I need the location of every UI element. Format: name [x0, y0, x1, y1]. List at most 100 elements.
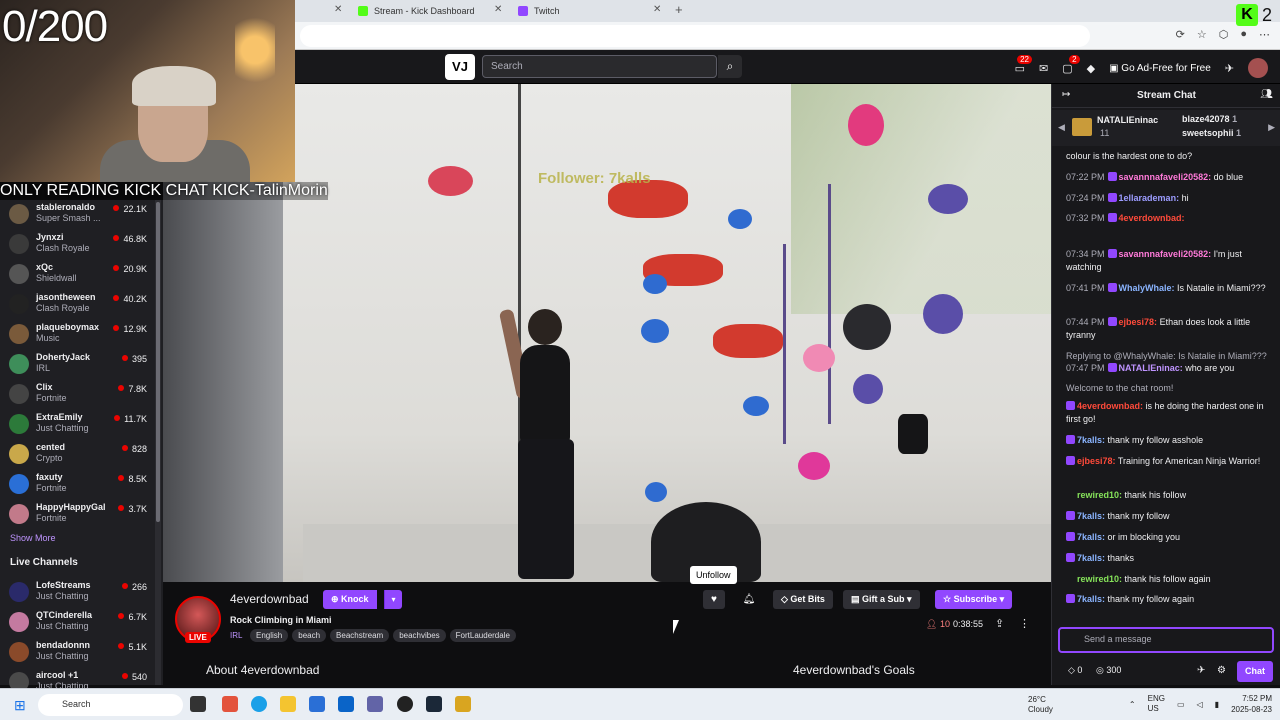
- stream-tag[interactable]: Beachstream: [330, 629, 390, 642]
- language-indicator[interactable]: ENG US: [1148, 694, 1165, 714]
- sidebar-channel[interactable]: Clix Fortnite 7.8K: [0, 380, 155, 410]
- message-username[interactable]: 7kalls:: [1077, 553, 1105, 563]
- menu-dots-icon[interactable]: ⋯: [1259, 28, 1270, 41]
- store-icon[interactable]: [309, 696, 325, 712]
- gifter-name[interactable]: blaze42078 1: [1182, 114, 1237, 124]
- message-username[interactable]: 7kalls:: [1077, 532, 1105, 542]
- gifter-name[interactable]: sweetsophii 1: [1182, 128, 1241, 138]
- subscribe-button[interactable]: ☆ Subscribe ▾: [935, 590, 1013, 609]
- search-icon[interactable]: ⌕: [718, 55, 742, 78]
- copilot-icon[interactable]: [222, 696, 238, 712]
- close-tab-icon[interactable]: ✕: [494, 4, 502, 15]
- stream-category[interactable]: IRL: [230, 631, 242, 640]
- weather-widget[interactable]: 26°C Cloudy: [1028, 695, 1053, 715]
- bookmark-star-icon[interactable]: ☆: [1197, 28, 1207, 41]
- channel-points[interactable]: ◎ 300: [1096, 665, 1121, 676]
- sidebar-channel[interactable]: HappyHappyGal Fortnite 3.7K: [0, 500, 155, 530]
- sidebar-channel[interactable]: xQc Shieldwall 20.9K: [0, 260, 155, 290]
- bell-icon[interactable]: 🔔︎: [738, 590, 760, 609]
- user-avatar[interactable]: [1248, 58, 1268, 78]
- message-username[interactable]: ejbesi78:: [1119, 317, 1158, 327]
- edge-browser-icon[interactable]: [251, 696, 267, 712]
- file-explorer-icon[interactable]: [280, 696, 296, 712]
- more-options-icon[interactable]: ⋮: [1019, 617, 1030, 630]
- sidebar-channel[interactable]: bendadonnn Just Chatting 5.1K: [0, 638, 155, 668]
- inbox-icon[interactable]: ▭ 22: [1015, 54, 1032, 75]
- stream-tag[interactable]: beachvibes: [393, 629, 446, 642]
- community-icon[interactable]: 👥︎: [1260, 89, 1273, 100]
- share-icon[interactable]: ⇪: [995, 617, 1004, 630]
- chevron-left-icon[interactable]: ◀: [1058, 122, 1065, 133]
- message-username[interactable]: 4everdownbad:: [1077, 401, 1143, 411]
- message-username[interactable]: ejbesi78:: [1077, 456, 1116, 466]
- ad-free-button[interactable]: ▣ Go Ad-Free for Free: [1109, 63, 1211, 74]
- chat-input[interactable]: Send a message: [1058, 627, 1274, 653]
- profile-icon[interactable]: ●: [1240, 28, 1247, 41]
- message-username[interactable]: 7kalls:: [1077, 435, 1105, 445]
- sidebar-channel[interactable]: faxuty Fortnite 8.5K: [0, 470, 155, 500]
- sidebar-scrollbar[interactable]: [155, 200, 161, 685]
- mail-icon[interactable]: ✉: [1039, 62, 1048, 75]
- sidebar-channel[interactable]: cented Crypto 828: [0, 440, 155, 470]
- whispers-icon[interactable]: ▢ 2: [1062, 54, 1080, 75]
- top-gifter-name[interactable]: NATALIEninac: [1097, 115, 1158, 125]
- sidebar-channel[interactable]: jasontheween Clash Royale 40.2K: [0, 290, 155, 320]
- scroll-thumb[interactable]: [156, 202, 160, 522]
- sidebar-channel[interactable]: Jynxzi Clash Royale 46.8K: [0, 230, 155, 260]
- chevron-right-icon[interactable]: ▶: [1268, 122, 1275, 133]
- app-icon[interactable]: [455, 696, 471, 712]
- sidebar-channel[interactable]: DohertyJack IRL 395: [0, 350, 155, 380]
- stream-tag[interactable]: FortLauderdale: [449, 629, 516, 642]
- stream-tag[interactable]: beach: [292, 629, 327, 642]
- message-username[interactable]: savannnafaveli20582:: [1119, 172, 1212, 182]
- extensions-icon[interactable]: ⬡: [1219, 28, 1229, 41]
- prime-icon[interactable]: ✈: [1197, 665, 1205, 676]
- sidebar-channel[interactable]: plaqueboymax Music 12.9K: [0, 320, 155, 350]
- settings-gear-icon[interactable]: ⚙: [1217, 665, 1226, 676]
- clock[interactable]: 7:52 PM 2025-08-23: [1231, 693, 1272, 715]
- show-more-link[interactable]: Show More: [10, 533, 56, 543]
- message-username[interactable]: rewired10:: [1077, 574, 1122, 584]
- prime-icon[interactable]: ✈: [1225, 62, 1234, 75]
- browser-tab-twitch[interactable]: Twitch: [510, 2, 568, 20]
- chat-send-button[interactable]: Chat: [1237, 661, 1273, 682]
- chevron-down-icon[interactable]: ▾: [384, 590, 402, 609]
- heart-icon[interactable]: ♥: [703, 590, 725, 609]
- browser-tab-kick[interactable]: Stream - Kick Dashboard: [350, 2, 483, 20]
- volume-icon[interactable]: ◁: [1197, 700, 1203, 709]
- bits-balance[interactable]: ◇ 0: [1068, 665, 1082, 676]
- battery-icon[interactable]: ▮: [1215, 700, 1219, 709]
- message-username[interactable]: 1ellarademan:: [1119, 193, 1180, 203]
- message-username[interactable]: savannnafaveli20582:: [1119, 249, 1212, 259]
- close-tab-icon[interactable]: ✕: [653, 4, 661, 15]
- video-player[interactable]: Follower: 7kalls: [163, 84, 1051, 582]
- new-tab-button[interactable]: +: [675, 2, 683, 17]
- message-username[interactable]: NATALIEninac:: [1119, 363, 1183, 373]
- taskbar-search[interactable]: Search: [38, 694, 183, 716]
- message-username[interactable]: 7kalls:: [1077, 511, 1105, 521]
- close-tab-icon[interactable]: ✕: [334, 4, 342, 15]
- message-username[interactable]: WhalyWhale:: [1119, 283, 1175, 293]
- obs-icon[interactable]: [397, 696, 413, 712]
- channel-name[interactable]: 4everdownbad: [230, 592, 309, 606]
- site-logo[interactable]: VJ: [445, 54, 475, 80]
- message-username[interactable]: rewired10:: [1077, 490, 1122, 500]
- message-username[interactable]: 7kalls:: [1077, 594, 1105, 604]
- sidebar-channel[interactable]: ExtraEmily Just Chatting 11.7K: [0, 410, 155, 440]
- task-view-icon[interactable]: [190, 696, 206, 712]
- get-bits-button[interactable]: ◇ Get Bits: [773, 590, 833, 609]
- bits-icon[interactable]: ◆: [1087, 62, 1095, 75]
- sidebar-channel[interactable]: LofeStreams Just Chatting 266: [0, 578, 155, 608]
- search-input[interactable]: Search: [482, 55, 717, 78]
- steam-icon[interactable]: [426, 696, 442, 712]
- sidebar-channel[interactable]: QTCinderella Just Chatting 6.7K: [0, 608, 155, 638]
- chevron-up-icon[interactable]: ⌃: [1129, 700, 1136, 709]
- reload-icon[interactable]: ⟳: [1176, 28, 1185, 41]
- message-username[interactable]: 4everdownbad:: [1119, 213, 1185, 223]
- windows-start-icon[interactable]: ⊞: [14, 697, 26, 714]
- network-icon[interactable]: ▭: [1177, 700, 1185, 709]
- gift-sub-button[interactable]: ▤ Gift a Sub ▾: [843, 590, 920, 609]
- knock-button[interactable]: ⊕ Knock: [323, 590, 377, 609]
- url-field[interactable]: [300, 25, 1090, 47]
- teams-icon[interactable]: [367, 696, 383, 712]
